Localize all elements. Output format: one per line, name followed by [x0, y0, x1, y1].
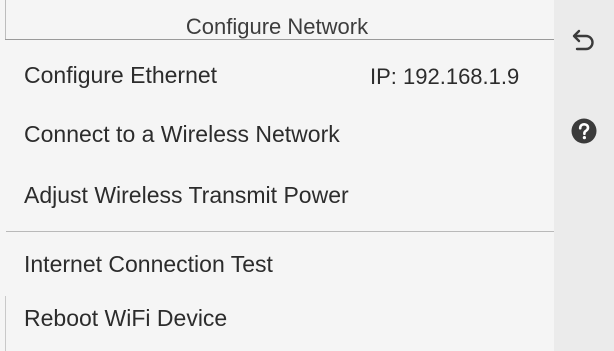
back-button[interactable]	[571, 26, 597, 52]
help-icon	[571, 118, 597, 144]
title-divider	[5, 39, 554, 40]
menu-item-connect-wireless[interactable]: Connect to a Wireless Network	[24, 121, 340, 148]
menu-item-wireless-transmit-power[interactable]: Adjust Wireless Transmit Power	[24, 182, 349, 209]
back-arrow-icon	[572, 29, 594, 51]
page-title: Configure Network	[185, 14, 369, 39]
bottom-edge-line	[5, 296, 6, 351]
screen: Configure Network Configure Ethernet IP:…	[0, 0, 614, 351]
menu-item-internet-connection-test[interactable]: Internet Connection Test	[24, 251, 273, 278]
help-button[interactable]	[571, 118, 597, 144]
sidebar	[554, 0, 614, 351]
ip-address-label: IP: 192.168.1.9	[370, 64, 520, 89]
main-panel: Configure Network Configure Ethernet IP:…	[0, 0, 554, 351]
menu-item-configure-ethernet[interactable]: Configure Ethernet	[24, 62, 217, 89]
menu-item-reboot-wifi[interactable]: Reboot WiFi Device	[24, 305, 227, 332]
menu-divider	[6, 231, 554, 232]
